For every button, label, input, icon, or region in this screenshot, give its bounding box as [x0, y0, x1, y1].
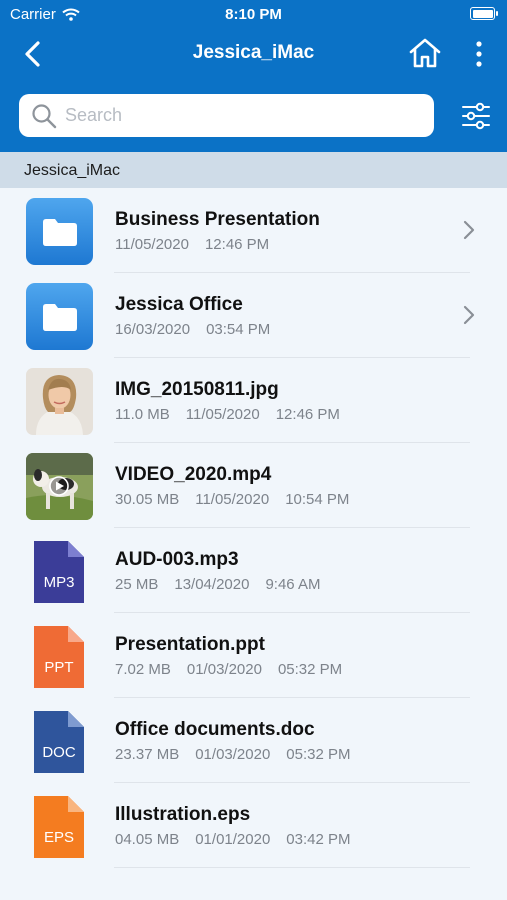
file-size: 25 MB	[115, 576, 159, 593]
file-date: 11/05/2020	[195, 491, 270, 508]
video-thumbnail	[26, 453, 93, 520]
chevron-right-icon	[463, 220, 475, 240]
file-name: Office documents.doc	[115, 719, 315, 740]
file-time: 05:32 PM	[286, 746, 351, 763]
file-row[interactable]: DOC Office documents.doc 23.37 MB 01/03/2…	[0, 698, 507, 783]
mp3-file-icon: MP3	[34, 541, 84, 603]
file-date: 16/03/2020	[115, 321, 191, 338]
folder-thumbnail	[26, 198, 93, 265]
file-type-badge: DOC	[42, 744, 76, 761]
file-type-badge: EPS	[43, 829, 74, 846]
file-name: IMG_20150811.jpg	[115, 379, 279, 400]
file-time: 9:46 AM	[265, 576, 321, 593]
file-time: 03:54 PM	[206, 321, 271, 338]
file-meta: 16/03/2020 03:54 PM	[115, 321, 270, 338]
file-name: Presentation.ppt	[115, 634, 265, 655]
section-title: Jessica_iMac	[24, 162, 121, 179]
file-meta: 23.37 MB 01/03/2020 05:32 PM	[115, 746, 351, 763]
file-size: 11.0 MB	[115, 406, 170, 423]
chevron-right-icon	[463, 305, 475, 325]
status-bar: Carrier 8:10 PM	[0, 0, 507, 28]
image-thumbnail	[26, 368, 93, 435]
file-name: Illustration.eps	[115, 804, 251, 825]
battery-icon	[470, 7, 498, 20]
file-meta: 7.02 MB 01/03/2020 05:32 PM	[115, 661, 342, 678]
eps-file-icon: EPS	[34, 796, 84, 858]
file-row[interactable]: PPT Presentation.ppt 7.02 MB 01/03/2020 05…	[0, 613, 507, 698]
row-divider	[114, 867, 470, 868]
file-date: 01/01/2020	[195, 831, 271, 848]
navigation-bar: Jessica_iMac	[0, 28, 507, 78]
search-icon	[32, 103, 57, 128]
app-header: Carrier 8:10 PM Jessica_iMac	[0, 0, 507, 152]
file-row[interactable]: Business Presentation 11/05/2020 12:46 PM	[0, 188, 507, 273]
file-list: Business Presentation 11/05/2020 12:46 PM…	[0, 188, 507, 868]
file-meta: 11/05/2020 12:46 PM	[115, 236, 269, 253]
file-type-badge: MP3	[43, 574, 75, 591]
file-size: 04.05 MB	[115, 831, 180, 848]
file-type-badge: PPT	[44, 659, 74, 676]
folder-icon	[42, 218, 77, 246]
file-date: 13/04/2020	[174, 576, 250, 593]
file-date: 11/05/2020	[115, 236, 189, 253]
more-options-button[interactable]	[468, 38, 490, 70]
doc-file-icon: DOC	[34, 711, 84, 773]
file-date: 01/03/2020	[186, 661, 262, 678]
dog-video-icon	[26, 453, 93, 520]
file-meta: 11.0 MB 11/05/2020 12:46 PM	[115, 406, 340, 423]
file-time: 10:54 PM	[285, 491, 350, 508]
file-row[interactable]: VIDEO_2020.mp4 30.05 MB 11/05/2020 10:54 P…	[0, 443, 507, 528]
home-button[interactable]	[408, 37, 442, 69]
file-time: 05:32 PM	[277, 661, 343, 678]
file-date: 01/03/2020	[195, 746, 271, 763]
portrait-photo-icon	[26, 368, 93, 435]
status-time: 8:10 PM	[225, 6, 282, 23]
file-size: 30.05 MB	[115, 491, 180, 508]
file-name: Business Presentation	[115, 209, 320, 230]
file-meta: 25 MB 13/04/2020 9:46 AM	[115, 576, 320, 593]
file-meta: 30.05 MB 11/05/2020 10:54 PM	[115, 491, 349, 508]
file-size: 7.02 MB	[115, 661, 171, 678]
file-name: VIDEO_2020.mp4	[115, 464, 272, 485]
file-name: AUD-003.mp3	[115, 549, 239, 570]
file-time: 12:46 PM	[275, 406, 340, 423]
section-header: Jessica_iMac	[0, 152, 507, 188]
file-size: 23.37 MB	[115, 746, 180, 763]
search-bar	[19, 94, 434, 137]
folder-thumbnail	[26, 283, 93, 350]
file-name: Jessica Office	[115, 294, 243, 315]
file-row[interactable]: MP3 AUD-003.mp3 25 MB 13/04/2020 9:46 AM	[0, 528, 507, 613]
file-time: 03:42 PM	[286, 831, 351, 848]
ppt-file-icon: PPT	[34, 626, 84, 688]
folder-icon	[42, 303, 77, 331]
filter-settings-button[interactable]	[461, 101, 491, 131]
file-meta: 04.05 MB 01/01/2020 03:42 PM	[115, 831, 351, 848]
file-time: 12:46 PM	[204, 236, 270, 253]
file-date: 11/05/2020	[185, 406, 260, 423]
file-row[interactable]: EPS Illustration.eps 04.05 MB 01/01/2020 0…	[0, 783, 507, 868]
search-input[interactable]	[65, 105, 405, 126]
file-row[interactable]: IMG_20150811.jpg 11.0 MB 11/05/2020 12:46 …	[0, 358, 507, 443]
file-row[interactable]: Jessica Office 16/03/2020 03:54 PM	[0, 273, 507, 358]
